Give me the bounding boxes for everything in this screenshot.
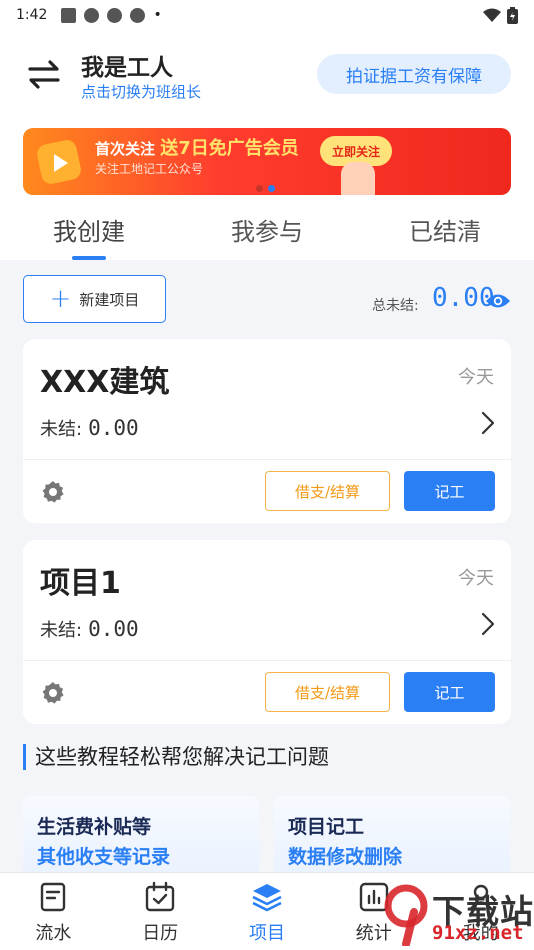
gear-icon[interactable] <box>41 480 65 504</box>
divider <box>23 459 511 460</box>
app-notification-icon <box>107 7 123 23</box>
page-header: 我是工人 点击切换为班组长 拍证据工资有保障 首次关注 送7日免广告会员 关注工… <box>0 30 534 260</box>
wage-guarantee-button[interactable]: 拍证据工资有保障 <box>317 54 511 94</box>
eye-icon[interactable] <box>485 292 511 310</box>
tutorial-subtitle: 其他收支等记录 <box>37 846 171 868</box>
nav-item-calendar[interactable]: 日历 <box>107 873 214 950</box>
banner-subtitle: 关注工地记工公众号 <box>95 162 204 176</box>
calendar-icon <box>145 881 175 912</box>
switch-role-link[interactable]: 点击切换为班组长 <box>81 81 201 102</box>
pointing-hand-icon <box>341 162 375 195</box>
tutorial-subtitle: 数据修改删除 <box>288 846 403 868</box>
notification-icon <box>61 7 77 23</box>
layers-icon <box>252 884 282 912</box>
project-tabs: 我创建 我参与 已结清 <box>0 210 534 260</box>
total-pending-label: 总未结: <box>372 298 419 314</box>
tutorial-heading: 这些教程轻松帮您解决记工问题 <box>23 744 329 770</box>
tutorial-card[interactable]: 生活费补贴等 其他收支等记录 <box>23 796 259 876</box>
watermark-domain: 91xz.net <box>432 922 524 944</box>
tutorial-title: 项目记工 <box>288 816 365 838</box>
banner-headline: 首次关注 送7日免广告会员 <box>95 138 299 159</box>
nav-label: 项目 <box>248 923 285 944</box>
tutorial-title: 生活费补贴等 <box>37 816 152 838</box>
battery-icon <box>507 7 518 24</box>
loan-settle-button[interactable]: 借支/结算 <box>265 672 390 712</box>
document-icon <box>41 882 66 912</box>
chevron-right-icon[interactable] <box>481 411 495 435</box>
project-card[interactable]: 项目1 今天 未结: 0.00 借支/结算 记工 <box>23 540 511 724</box>
tab-created[interactable]: 我创建 <box>0 210 178 260</box>
banner-pager <box>256 185 275 192</box>
new-project-button[interactable]: + 新建项目 <box>23 275 166 323</box>
project-date: 今天 <box>458 568 494 589</box>
tab-joined[interactable]: 我参与 <box>178 210 356 260</box>
loan-settle-button[interactable]: 借支/结算 <box>265 471 390 511</box>
tab-settled[interactable]: 已结清 <box>356 210 534 260</box>
nav-label: 日历 <box>142 923 179 944</box>
chevron-right-icon[interactable] <box>481 612 495 636</box>
wifi-icon <box>483 8 501 22</box>
status-time: 1:42 <box>16 7 48 23</box>
tutorial-card[interactable]: 项目记工 数据修改删除 <box>274 796 510 876</box>
switch-role-icon[interactable] <box>24 54 64 94</box>
record-work-button[interactable]: 记工 <box>404 672 495 712</box>
watermark-logo-icon <box>384 884 428 946</box>
status-bar: 1:42 • <box>0 0 534 30</box>
nav-item-projects[interactable]: 项目 <box>214 873 321 950</box>
project-card[interactable]: XXX建筑 今天 未结: 0.00 借支/结算 记工 <box>23 339 511 523</box>
new-project-label: 新建项目 <box>79 290 140 309</box>
project-date: 今天 <box>458 367 494 388</box>
role-title[interactable]: 我是工人 <box>81 48 173 82</box>
project-pending: 未结: 0.00 <box>40 416 139 440</box>
nav-label: 流水 <box>35 923 72 944</box>
app-notification-icon <box>84 7 100 23</box>
promo-banner[interactable]: 首次关注 送7日免广告会员 关注工地记工公众号 立即关注 <box>23 128 511 195</box>
plus-icon: + <box>49 284 72 314</box>
project-pending: 未结: 0.00 <box>40 617 139 641</box>
nav-item-flow[interactable]: 流水 <box>0 873 107 950</box>
app-notification-icon <box>130 7 146 23</box>
divider <box>23 660 511 661</box>
record-work-button[interactable]: 记工 <box>404 471 495 511</box>
play-badge-icon <box>37 140 81 184</box>
pager-dot <box>256 185 263 192</box>
pager-dot-active <box>268 185 275 192</box>
gear-icon[interactable] <box>41 681 65 705</box>
project-name: 项目1 <box>40 566 121 601</box>
project-name: XXX建筑 <box>40 365 170 400</box>
more-notifications-dot: • <box>153 7 162 23</box>
